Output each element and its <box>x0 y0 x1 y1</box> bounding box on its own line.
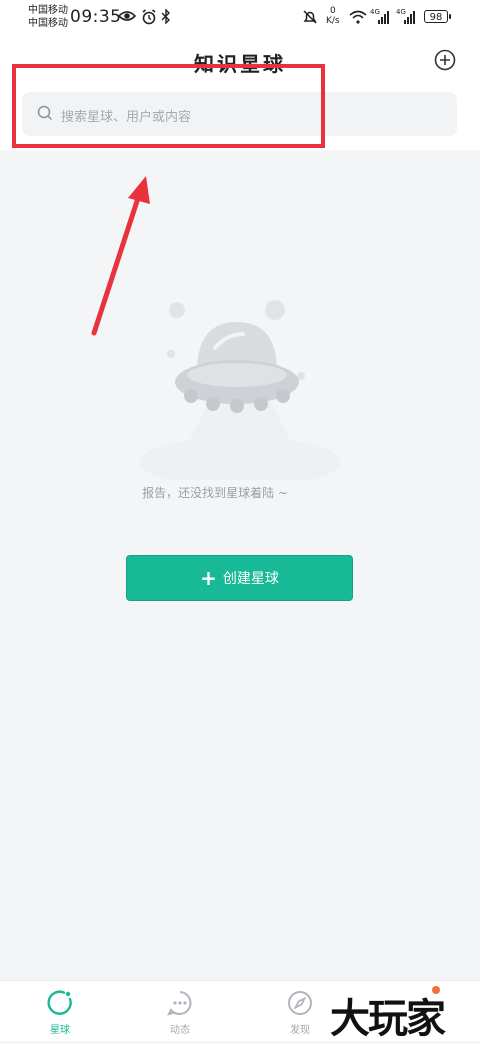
tab-planet-label: 星球 <box>50 1025 70 1036</box>
create-planet-button[interactable]: + 创建星球 <box>126 555 353 601</box>
tab-discover-label: 发现 <box>290 1025 310 1036</box>
mute-bell-icon <box>303 10 317 24</box>
chat-icon <box>167 991 192 1016</box>
tab-discover[interactable]: 发现 <box>270 989 330 1036</box>
net-speed-value: 0 <box>329 6 336 16</box>
watermark-dot <box>432 986 440 994</box>
planet-icon <box>47 990 72 1015</box>
watermark-logo: 大玩家 <box>330 995 446 1042</box>
compass-icon <box>288 991 312 1015</box>
bluetooth-icon <box>161 9 170 24</box>
tab-feed-label: 动态 <box>170 1025 190 1036</box>
carrier-line-2: 中国移动 <box>28 18 68 29</box>
wifi-icon <box>349 10 367 24</box>
net-speed-unit: K/s <box>326 16 340 26</box>
plus-icon: + <box>200 566 217 590</box>
eye-icon <box>118 11 136 21</box>
tab-feed[interactable]: 动态 <box>150 989 210 1036</box>
status-time: 09:35 <box>70 7 122 27</box>
empty-state-message: 报告，还没找到星球着陆 ~ <box>142 486 288 500</box>
carrier-info: 中国移动 中国移动 <box>28 4 68 30</box>
signal-1-icon <box>378 11 389 24</box>
highlight-box <box>12 64 325 148</box>
net-speed: 0 K/s <box>326 6 340 26</box>
status-bar: 中国移动 中国移动 09:35 0 K/s 4G 4G 98 <box>0 0 480 36</box>
signal-2-icon <box>404 11 415 24</box>
carrier-line-1: 中国移动 <box>28 5 68 16</box>
plus-circle-icon[interactable] <box>434 49 456 71</box>
alarm-icon <box>142 9 156 25</box>
ufo-illustration <box>140 300 340 480</box>
create-planet-label: 创建星球 <box>222 571 279 587</box>
battery-indicator: 98 <box>424 10 451 23</box>
tab-planet[interactable]: 星球 <box>30 989 90 1036</box>
